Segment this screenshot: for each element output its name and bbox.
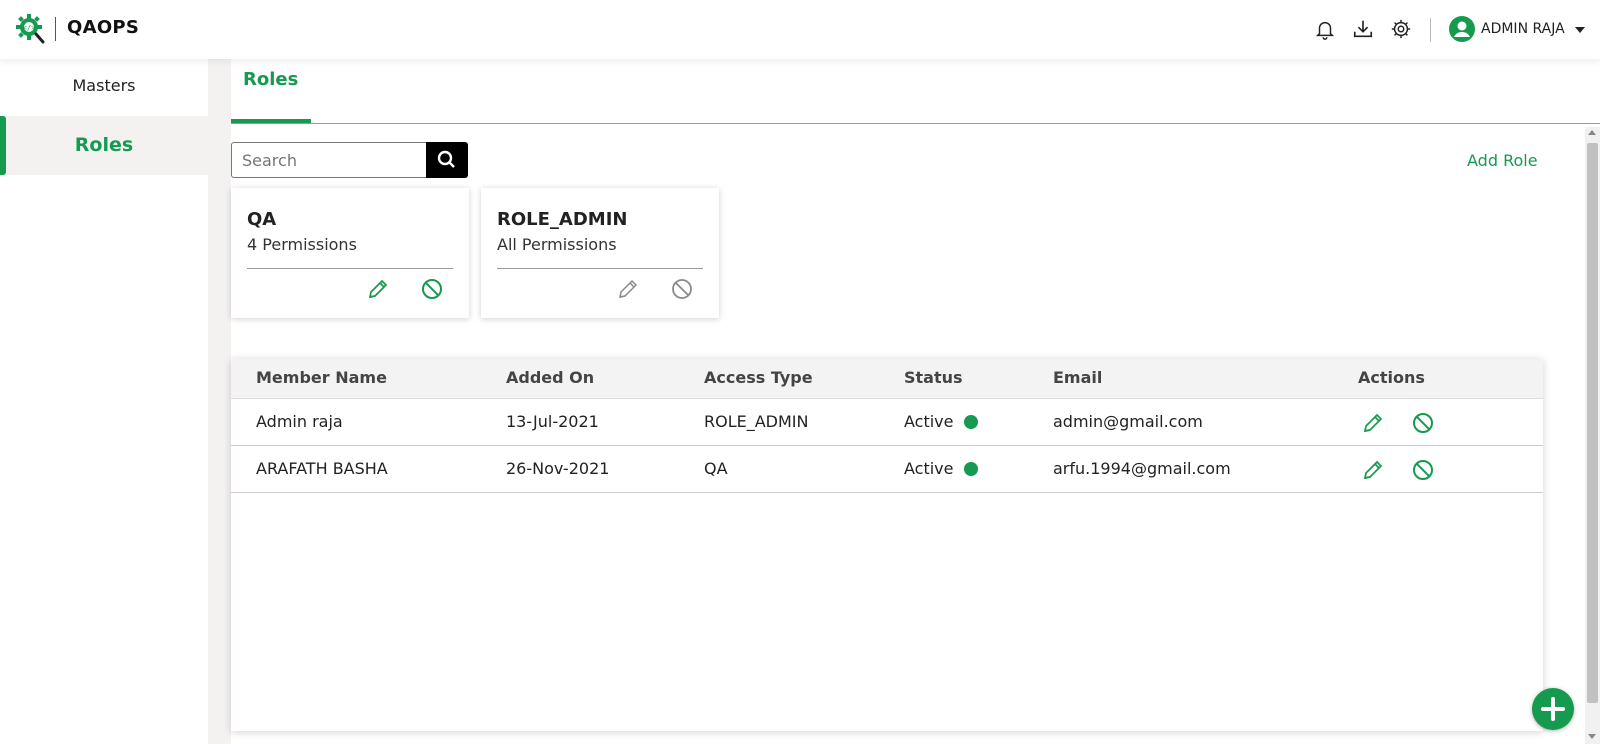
members-table: Member Name Added On Access Type Status … (231, 359, 1543, 731)
block-icon[interactable] (420, 277, 444, 301)
block-icon-disabled (672, 279, 692, 299)
role-card-permissions: All Permissions (497, 235, 617, 254)
qaops-logo-icon[interactable]: </> (15, 13, 45, 45)
role-card-permissions: 4 Permissions (247, 235, 357, 254)
search-input[interactable] (231, 142, 427, 178)
cell-access-type: QA (704, 459, 728, 478)
app-title: QAOPS (67, 17, 140, 38)
sidebar-item-label: Roles (74, 134, 134, 156)
cell-access-type: ROLE_ADMIN (704, 412, 809, 431)
logo-divider (55, 17, 56, 41)
column-header-access-type: Access Type (704, 368, 813, 387)
table-header: Member Name Added On Access Type Status … (231, 359, 1543, 399)
scroll-down-arrow-icon[interactable] (1588, 734, 1596, 739)
vertical-scrollbar[interactable] (1585, 127, 1600, 744)
settings-icon[interactable] (1390, 18, 1412, 40)
user-name[interactable]: ADMIN RAJA (1481, 21, 1565, 37)
main-content: Roles Add Role QA 4 Permissions ROLE_ADM… (231, 59, 1600, 744)
edit-icon[interactable] (1361, 458, 1385, 482)
column-header-member-name: Member Name (256, 368, 387, 387)
bell-icon[interactable] (1314, 18, 1336, 40)
cell-email: admin@gmail.com (1053, 412, 1203, 431)
edit-icon[interactable] (366, 277, 390, 301)
column-header-actions: Actions (1358, 368, 1425, 387)
block-icon[interactable] (1411, 411, 1435, 435)
svg-text:</>: </> (23, 24, 36, 32)
floating-add-button[interactable] (1532, 688, 1574, 730)
tab-divider (231, 123, 1600, 124)
edit-icon-disabled (619, 279, 638, 298)
scrollbar-thumb[interactable] (1587, 143, 1598, 703)
table-row: Admin raja 13-Jul-2021 ROLE_ADMIN Active… (231, 399, 1543, 446)
plus-icon (1541, 697, 1565, 721)
status-active-dot (964, 415, 978, 429)
top-header: </> QAOPS ADMIN RAJA (0, 0, 1600, 59)
user-avatar-icon[interactable] (1449, 16, 1475, 42)
header-separator (1430, 18, 1431, 42)
role-card-divider (247, 268, 453, 269)
column-header-added-on: Added On (506, 368, 595, 387)
cell-email: arfu.1994@gmail.com (1053, 459, 1231, 478)
sidebar: Masters Roles (0, 59, 208, 744)
role-card-name: ROLE_ADMIN (497, 209, 628, 230)
add-role-button[interactable]: Add Role (1467, 151, 1538, 170)
column-header-status: Status (904, 368, 963, 387)
column-header-email: Email (1053, 368, 1103, 387)
tab-roles[interactable]: Roles (243, 69, 298, 90)
active-indicator (0, 116, 6, 175)
caret-down-icon[interactable] (1575, 27, 1585, 33)
edit-icon[interactable] (1361, 411, 1385, 435)
cell-status: Active (904, 459, 954, 478)
cell-added-on: 26-Nov-2021 (506, 459, 610, 478)
table-row: ARAFATH BASHA 26-Nov-2021 QA Active arfu… (231, 446, 1543, 493)
cell-status: Active (904, 412, 954, 431)
cell-added-on: 13-Jul-2021 (506, 412, 599, 431)
role-card-qa[interactable]: QA 4 Permissions (231, 188, 469, 318)
role-card-divider (497, 268, 703, 269)
search-button[interactable] (426, 142, 468, 178)
block-icon[interactable] (1411, 458, 1435, 482)
search-icon (437, 150, 455, 168)
download-icon[interactable] (1352, 18, 1374, 40)
status-active-dot (964, 462, 978, 476)
sidebar-item-masters[interactable]: Masters (0, 76, 208, 95)
role-card-role-admin[interactable]: ROLE_ADMIN All Permissions (481, 188, 719, 318)
cell-member-name: ARAFATH BASHA (256, 459, 388, 478)
scroll-up-arrow-icon[interactable] (1588, 130, 1596, 135)
role-card-name: QA (247, 209, 277, 230)
sidebar-item-roles[interactable]: Roles (0, 116, 208, 175)
cell-member-name: Admin raja (256, 412, 343, 431)
